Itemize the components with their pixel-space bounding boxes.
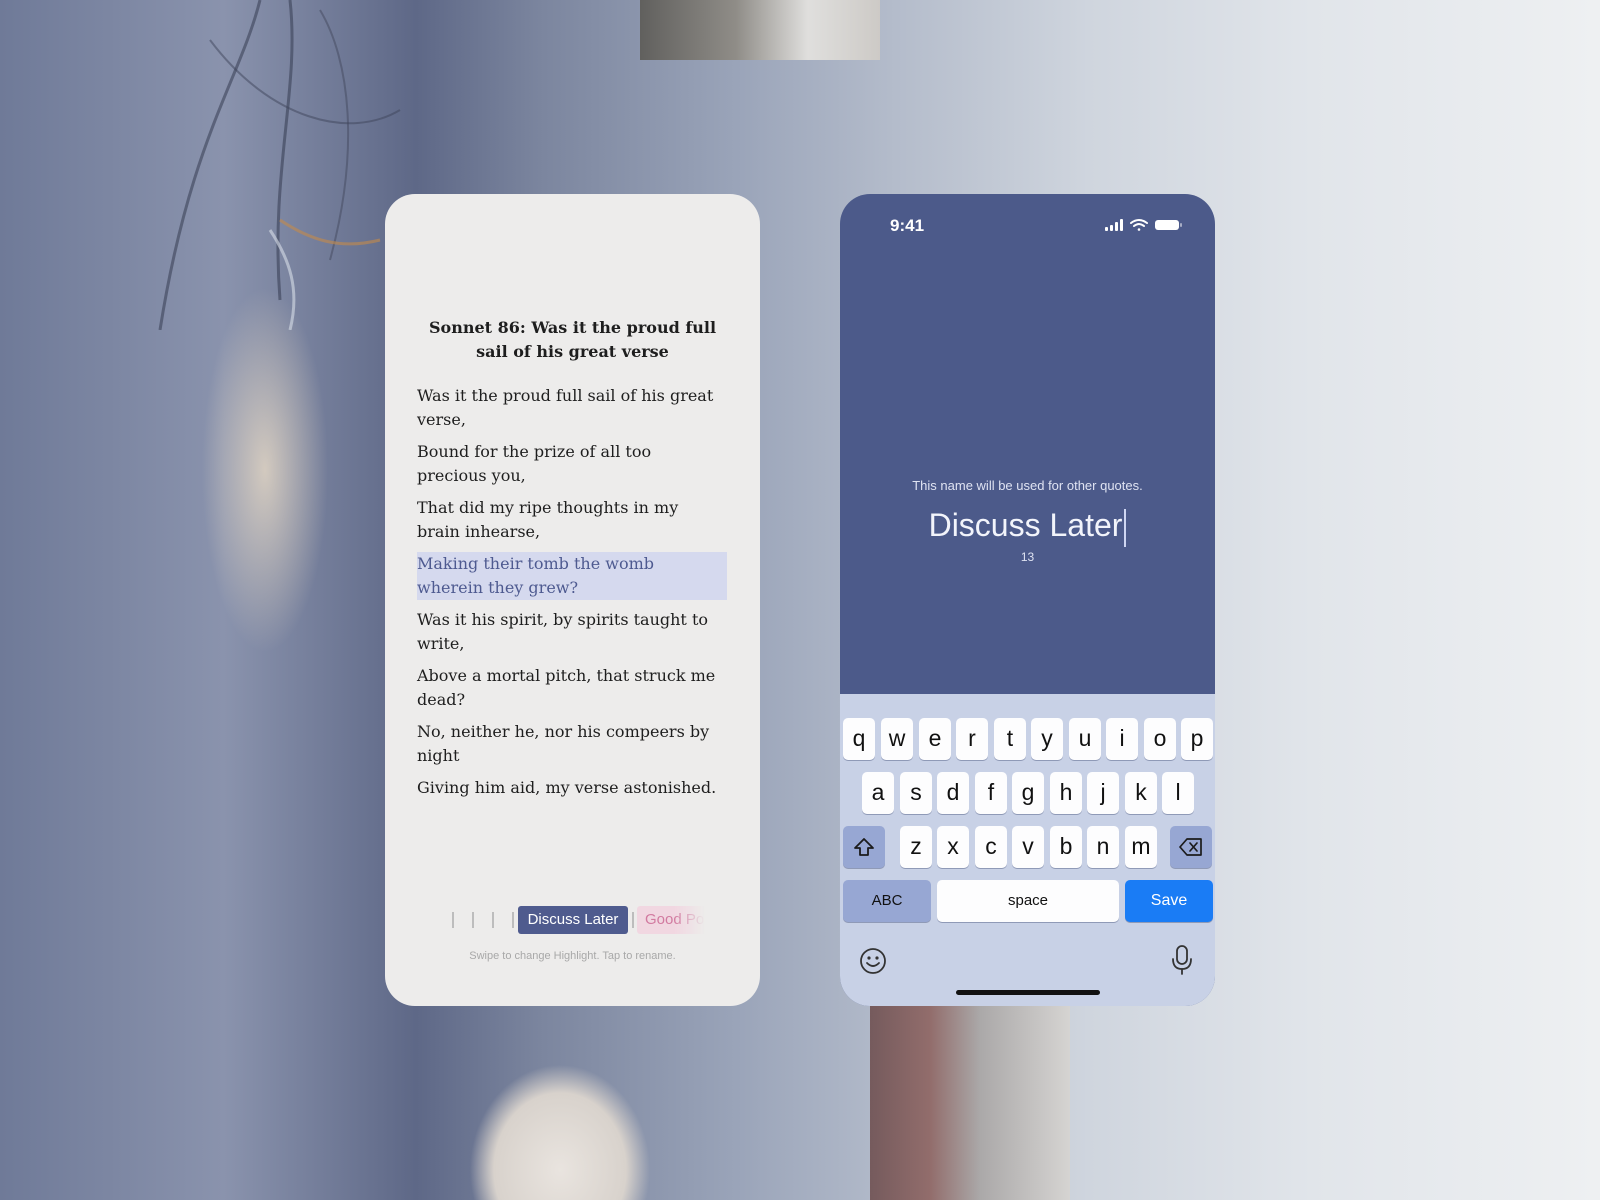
key-d[interactable]: d (937, 772, 969, 814)
highlight-tick[interactable] (632, 912, 634, 928)
highlight-tick[interactable] (452, 912, 454, 928)
poem-line[interactable]: Bound for the prize of all too precious … (417, 440, 727, 488)
highlight-tick[interactable] (472, 912, 474, 928)
text-caret (1124, 508, 1127, 547)
key-s[interactable]: s (900, 772, 932, 814)
poem-line[interactable]: Was it the proud full sail of his great … (417, 384, 727, 432)
keyboard-row-3: z x c v b n m (840, 826, 1215, 868)
emoji-icon[interactable] (858, 946, 888, 976)
key-n[interactable]: n (1087, 826, 1119, 868)
highlight-name-value[interactable]: Discuss Later (929, 507, 1123, 543)
background-photo-person (440, 1000, 690, 1200)
shift-icon (854, 838, 874, 856)
keyboard-row-4: ABC space Save (840, 880, 1215, 922)
highlight-tick[interactable] (492, 912, 494, 928)
save-button[interactable]: Save (1125, 880, 1213, 922)
abc-key[interactable]: ABC (843, 880, 931, 922)
keyboard-row-1: q w e r t y u i o p (840, 718, 1215, 760)
background-photo-top (640, 0, 880, 60)
key-m[interactable]: m (1125, 826, 1157, 868)
key-k[interactable]: k (1125, 772, 1157, 814)
key-l[interactable]: l (1162, 772, 1194, 814)
key-c[interactable]: c (975, 826, 1007, 868)
key-q[interactable]: q (843, 718, 875, 760)
key-p[interactable]: p (1181, 718, 1213, 760)
rename-area: This name will be used for other quotes.… (840, 194, 1215, 694)
poem-line[interactable]: Giving him aid, my verse astonished. (417, 776, 727, 800)
background-photo-door (870, 1000, 1070, 1200)
key-y[interactable]: y (1031, 718, 1063, 760)
highlight-name-input[interactable]: Discuss Later (840, 504, 1215, 547)
key-g[interactable]: g (1012, 772, 1044, 814)
keyboard-bottom-bar (840, 938, 1215, 1006)
highlight-selector[interactable]: Discuss Later Good Po (385, 906, 760, 934)
key-i[interactable]: i (1106, 718, 1138, 760)
background-photo-wires (158, 0, 401, 330)
key-b[interactable]: b (1050, 826, 1082, 868)
key-v[interactable]: v (1012, 826, 1044, 868)
keyboard-row-2: a s d f g h j k l (840, 772, 1215, 814)
home-indicator (956, 990, 1100, 995)
key-e[interactable]: e (919, 718, 951, 760)
key-x[interactable]: x (937, 826, 969, 868)
key-h[interactable]: h (1050, 772, 1082, 814)
shift-key[interactable] (843, 826, 885, 868)
poem-line-highlighted[interactable]: Making their tomb the womb wherein they … (417, 552, 727, 600)
highlight-chip-next[interactable]: Good Po (637, 906, 705, 934)
rename-card: 9:41 This name will be used for other qu… (840, 194, 1215, 1006)
highlight-chip-active[interactable]: Discuss Later (518, 906, 628, 934)
delete-key[interactable] (1170, 826, 1212, 868)
key-j[interactable]: j (1087, 772, 1119, 814)
key-w[interactable]: w (881, 718, 913, 760)
poem-line[interactable]: No, neither he, nor his compeers by nigh… (417, 720, 727, 768)
poem-line[interactable]: That did my ripe thoughts in my brain in… (417, 496, 727, 544)
poem-title: Sonnet 86: Was it the proud full sail of… (428, 318, 717, 361)
key-r[interactable]: r (956, 718, 988, 760)
poem-line[interactable]: Was it his spirit, by spirits taught to … (417, 608, 727, 656)
key-z[interactable]: z (900, 826, 932, 868)
poem-lines: Was it the proud full sail of his great … (417, 384, 727, 808)
key-a[interactable]: a (862, 772, 894, 814)
key-o[interactable]: o (1144, 718, 1176, 760)
highlight-tick[interactable] (512, 912, 514, 928)
delete-icon (1179, 838, 1202, 856)
reader-card: Sonnet 86: Was it the proud full sail of… (385, 194, 760, 1006)
swipe-hint: Swipe to change Highlight. Tap to rename… (469, 950, 676, 962)
character-count: 13 (1020, 550, 1035, 564)
microphone-icon[interactable] (1169, 944, 1195, 976)
helper-text: This name will be used for other quotes. (912, 478, 1143, 493)
key-u[interactable]: u (1069, 718, 1101, 760)
poem-line[interactable]: Above a mortal pitch, that struck me dea… (417, 664, 727, 712)
key-t[interactable]: t (994, 718, 1026, 760)
key-f[interactable]: f (975, 772, 1007, 814)
space-key[interactable]: space (937, 880, 1119, 922)
keyboard: q w e r t y u i o p a s d f g h j k l z … (840, 694, 1215, 1006)
